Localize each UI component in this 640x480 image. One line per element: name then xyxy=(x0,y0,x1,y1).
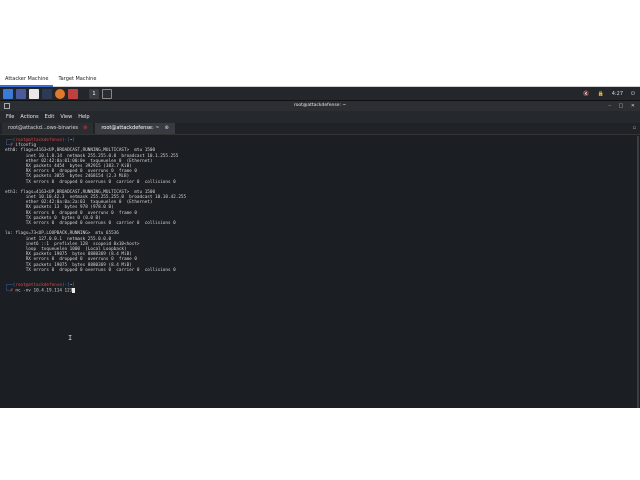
taskbar: 1 🔇 🔒 4:27 ⏻ xyxy=(0,87,640,101)
window-title: root@attackdefense: ~ xyxy=(293,103,347,108)
maximize-icon[interactable]: □ xyxy=(618,103,623,109)
tab-attacker-machine[interactable]: Attacker Machine xyxy=(0,72,54,87)
tab-root[interactable]: root@attackdefense: ~ ⊗ xyxy=(95,123,175,134)
page: Attacker Machine Target Machine 1 🔇 🔒 4:… xyxy=(0,0,640,480)
workspace-1[interactable]: 1 xyxy=(89,88,99,99)
tab-close-icon[interactable]: ⊗ xyxy=(83,123,87,134)
mouse-ibeam-icon: I xyxy=(68,334,73,342)
terminal-tabs: root@attackd...ows-binaries ⊗ root@attac… xyxy=(0,123,640,135)
desktop-icon[interactable] xyxy=(16,88,26,99)
menu-view[interactable]: View xyxy=(60,114,72,120)
tab-binaries[interactable]: root@attackd...ows-binaries ⊗ xyxy=(2,123,94,134)
tab-close-icon[interactable]: ⊗ xyxy=(164,123,168,134)
firefox-icon[interactable] xyxy=(55,88,65,99)
ifconfig-output: eth0: flags=4163<UP,BROADCAST,RUNNING,MU… xyxy=(5,148,636,273)
terminal-output[interactable]: ┌──(root@attackdefense)-[~] └─# ifconfig e… xyxy=(0,136,636,408)
page-bottom xyxy=(0,408,640,480)
command-line: └─# nc -nv 10.4.19.114 123 xyxy=(5,288,636,294)
command-text: nc -nv 10.4.19.114 123 xyxy=(15,288,73,294)
minimize-icon[interactable]: – xyxy=(608,103,611,109)
menu-actions[interactable]: Actions xyxy=(20,114,38,120)
power-icon[interactable]: ⏻ xyxy=(631,91,635,97)
clock: 4:27 xyxy=(611,90,624,97)
menu-edit[interactable]: Edit xyxy=(45,114,55,120)
menu-file[interactable]: File xyxy=(6,114,14,120)
text-cursor xyxy=(72,288,76,293)
tab-label: root@attackdefense: ~ xyxy=(101,125,160,131)
kali-menu-icon[interactable] xyxy=(3,88,13,99)
tab-target-machine[interactable]: Target Machine xyxy=(53,72,101,87)
tab-menu-icon[interactable]: ▫ xyxy=(633,123,636,134)
menu-help[interactable]: Help xyxy=(78,114,89,120)
close-icon[interactable]: ✕ xyxy=(631,103,635,109)
text-editor-icon[interactable] xyxy=(42,88,52,99)
terminal-app-icon[interactable] xyxy=(68,88,78,99)
scrollbar[interactable] xyxy=(636,136,640,408)
scrollbar-thumb[interactable] xyxy=(637,136,639,408)
window-titlebar: root@attackdefense: ~ – □ ✕ xyxy=(0,101,640,111)
terminal-icon xyxy=(4,103,10,109)
file-manager-icon[interactable] xyxy=(29,88,39,99)
tab-label: root@attackd...ows-binaries xyxy=(8,125,79,131)
remote-desktop: 1 🔇 🔒 4:27 ⏻ root@attackdefense: ~ – □ ✕… xyxy=(0,87,640,408)
terminal-task-icon[interactable] xyxy=(102,88,112,99)
mute-icon[interactable]: 🔇 xyxy=(583,91,589,97)
lock-icon[interactable]: 🔒 xyxy=(598,91,604,97)
menu-bar: File Actions Edit View Help xyxy=(0,111,640,123)
machine-tabs: Attacker Machine Target Machine xyxy=(0,72,640,87)
